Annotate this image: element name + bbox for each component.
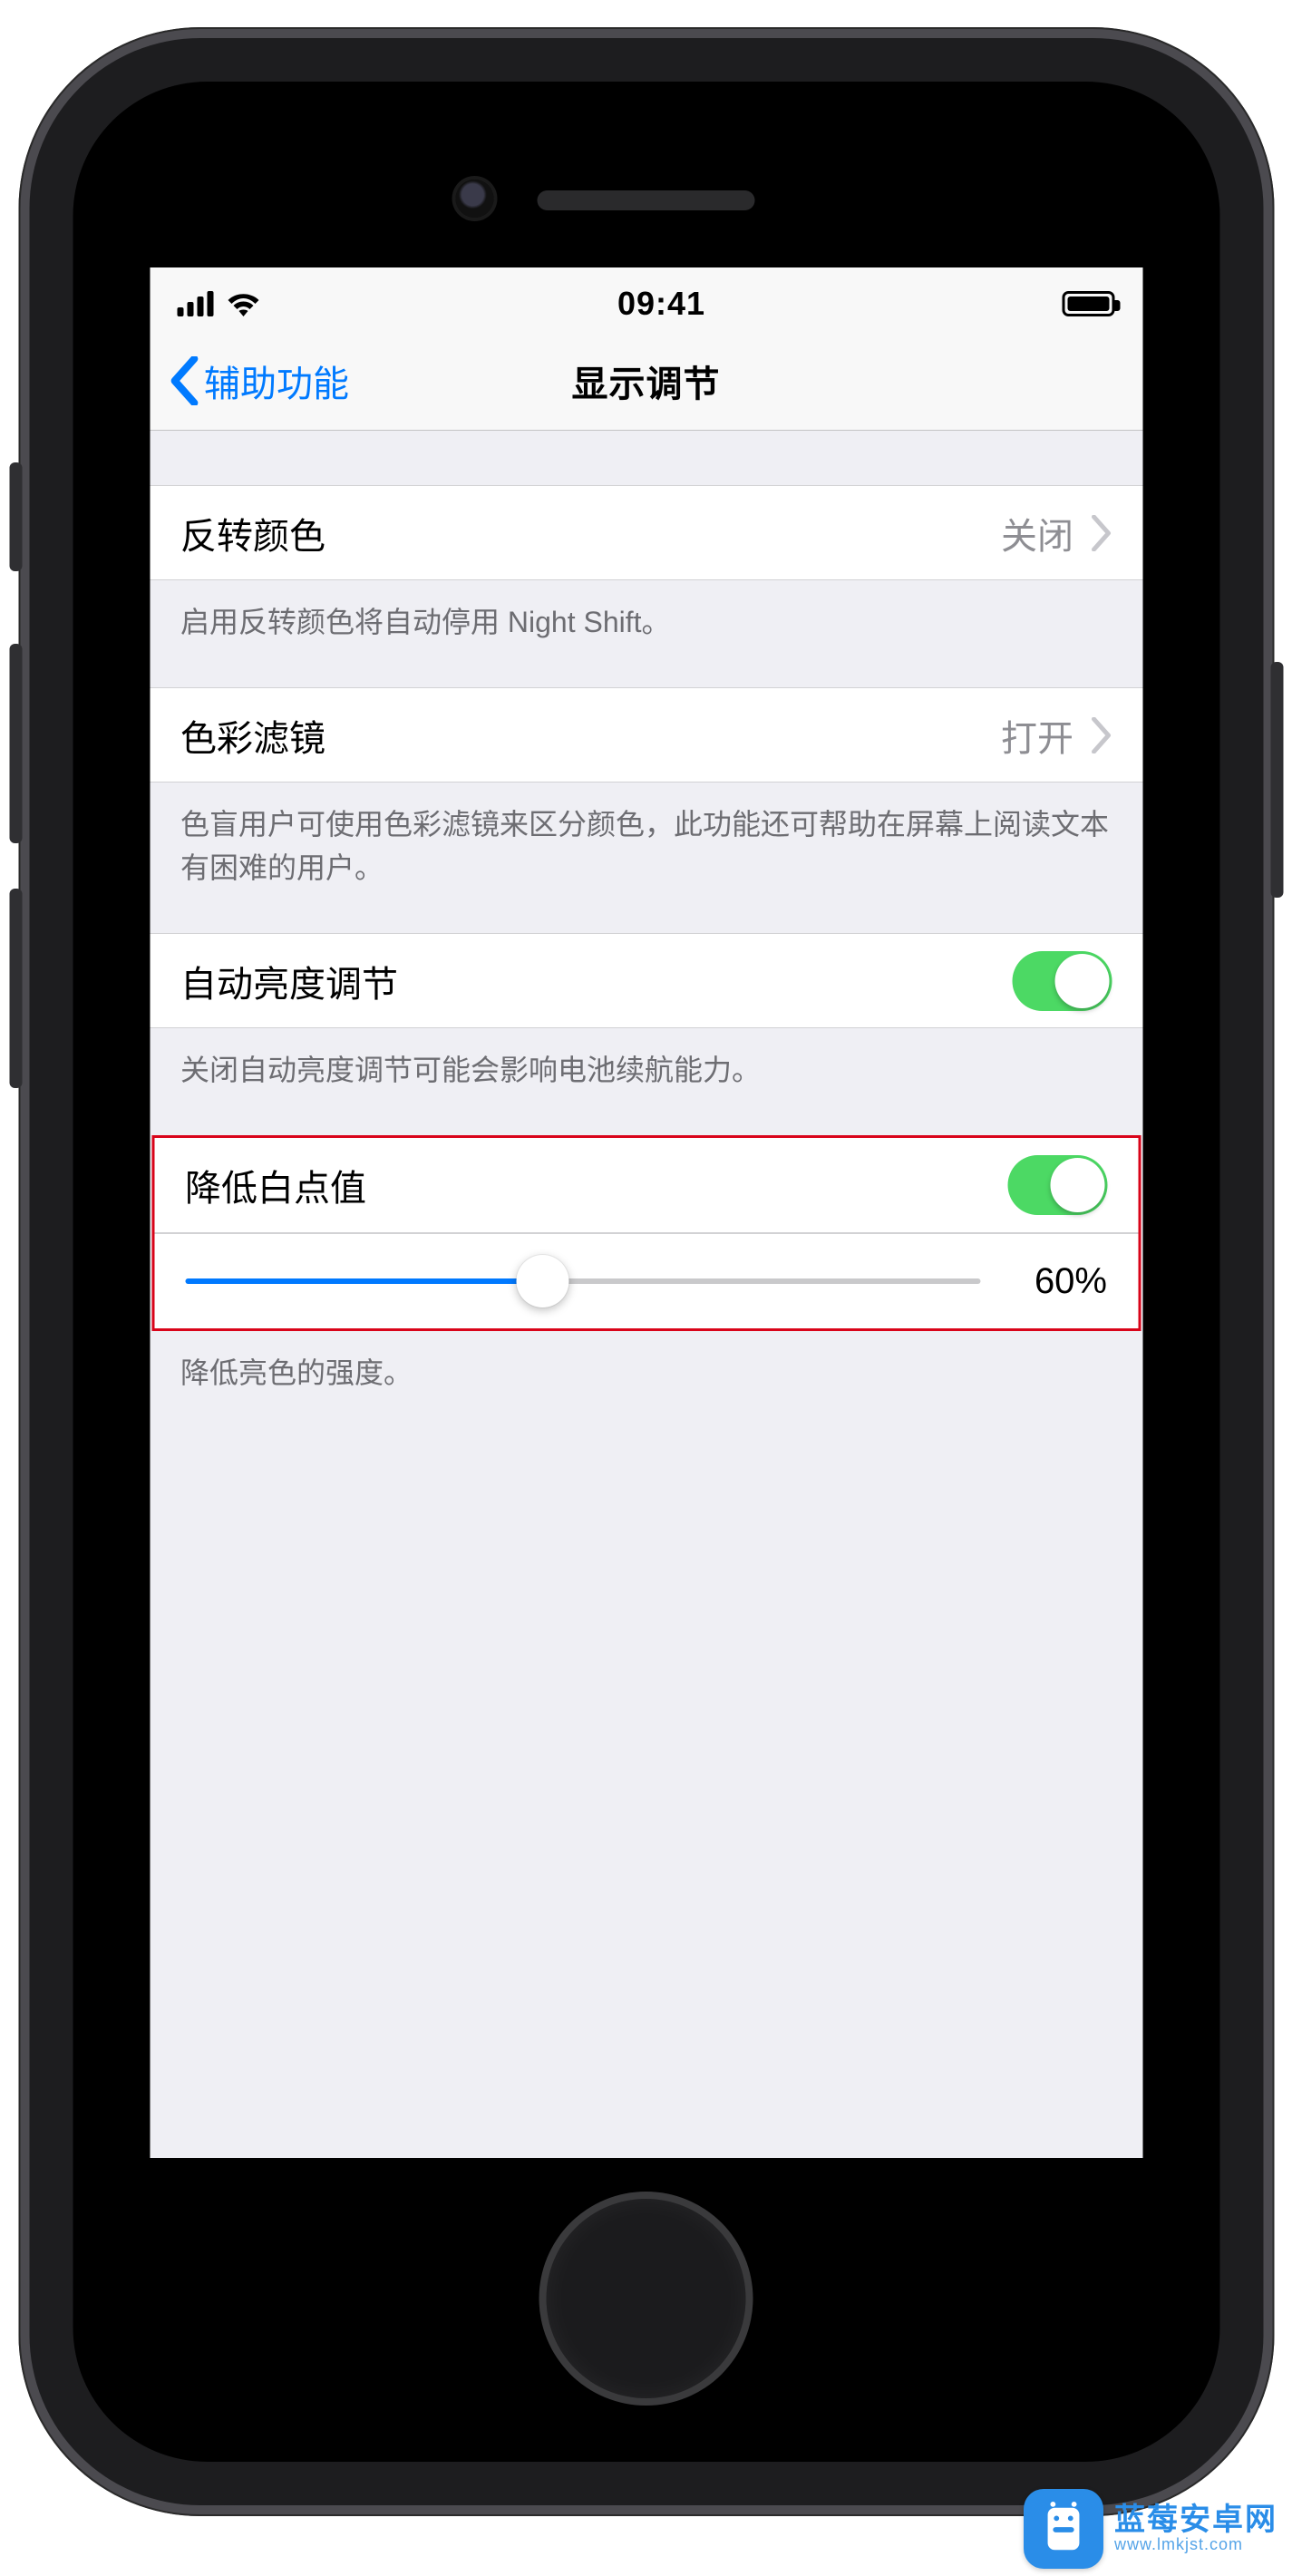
row-color-filter[interactable]: 色彩滤镜 打开 bbox=[150, 687, 1142, 783]
status-clock: 09:41 bbox=[617, 285, 705, 323]
status-bar: 09:41 bbox=[150, 267, 1142, 331]
back-label: 辅助功能 bbox=[204, 355, 349, 407]
battery-icon bbox=[1063, 291, 1115, 316]
row-label: 色彩滤镜 bbox=[180, 709, 325, 762]
navigation-bar: 辅助功能 显示调节 bbox=[150, 331, 1142, 431]
slider-fill bbox=[185, 1278, 543, 1284]
row-auto-brightness: 自动亮度调节 bbox=[150, 933, 1142, 1028]
row-white-point-slider: 60% bbox=[154, 1233, 1138, 1328]
screen: 09:41 辅助功能 显示调节 bbox=[150, 267, 1142, 2158]
row-value: 关闭 bbox=[1001, 507, 1073, 559]
home-button[interactable] bbox=[547, 2199, 746, 2398]
chevron-right-icon bbox=[1090, 717, 1112, 753]
reduce-white-point-toggle[interactable] bbox=[1007, 1155, 1107, 1215]
slider-value-label: 60% bbox=[1007, 1261, 1107, 1302]
power-button bbox=[1270, 662, 1283, 898]
wifi-icon bbox=[226, 291, 260, 316]
cellular-signal-icon bbox=[177, 291, 213, 316]
highlight-reduce-white-point: 降低白点值 60% bbox=[151, 1135, 1141, 1331]
row-color-filter-footer: 色盲用户可使用色彩滤镜来区分颜色，此功能还可帮助在屏幕上阅读文本有困难的用户。 bbox=[150, 783, 1142, 933]
auto-brightness-toggle[interactable] bbox=[1012, 951, 1112, 1011]
volume-up-button bbox=[9, 644, 22, 843]
page-title: 显示调节 bbox=[572, 355, 721, 407]
phone-frame-inner: 09:41 辅助功能 显示调节 bbox=[73, 82, 1219, 2462]
volume-down-button bbox=[9, 889, 22, 1088]
row-invert-colors[interactable]: 反转颜色 关闭 bbox=[150, 485, 1142, 580]
row-auto-brightness-footer: 关闭自动亮度调节可能会影响电池续航能力。 bbox=[150, 1028, 1142, 1135]
row-invert-footer: 启用反转颜色将自动停用 Night Shift。 bbox=[150, 580, 1142, 687]
slider-thumb[interactable] bbox=[517, 1255, 569, 1307]
row-reduce-white-point: 降低白点值 bbox=[154, 1138, 1138, 1233]
earpiece-speaker bbox=[538, 190, 755, 210]
watermark-icon bbox=[1024, 2489, 1103, 2569]
phone-frame-outer: 09:41 辅助功能 显示调节 bbox=[18, 27, 1274, 2516]
back-button[interactable]: 辅助功能 bbox=[159, 331, 358, 430]
row-value: 打开 bbox=[1001, 709, 1073, 762]
watermark-brand: 蓝莓安卓网 bbox=[1114, 2504, 1277, 2537]
watermark-domain: www.lmkjst.com bbox=[1114, 2536, 1277, 2553]
row-reduce-white-footer: 降低亮色的强度。 bbox=[150, 1331, 1142, 1438]
chevron-left-icon bbox=[168, 356, 200, 405]
front-camera bbox=[456, 180, 494, 218]
chevron-right-icon bbox=[1090, 515, 1112, 551]
white-point-slider[interactable] bbox=[185, 1278, 980, 1284]
row-label: 降低白点值 bbox=[185, 1159, 366, 1211]
row-label: 自动亮度调节 bbox=[180, 955, 398, 1007]
row-label: 反转颜色 bbox=[180, 507, 325, 559]
phone-frame-mid: 09:41 辅助功能 显示调节 bbox=[29, 38, 1263, 2505]
watermark: 蓝莓安卓网 www.lmkjst.com bbox=[1024, 2489, 1277, 2569]
mute-switch bbox=[9, 462, 22, 571]
